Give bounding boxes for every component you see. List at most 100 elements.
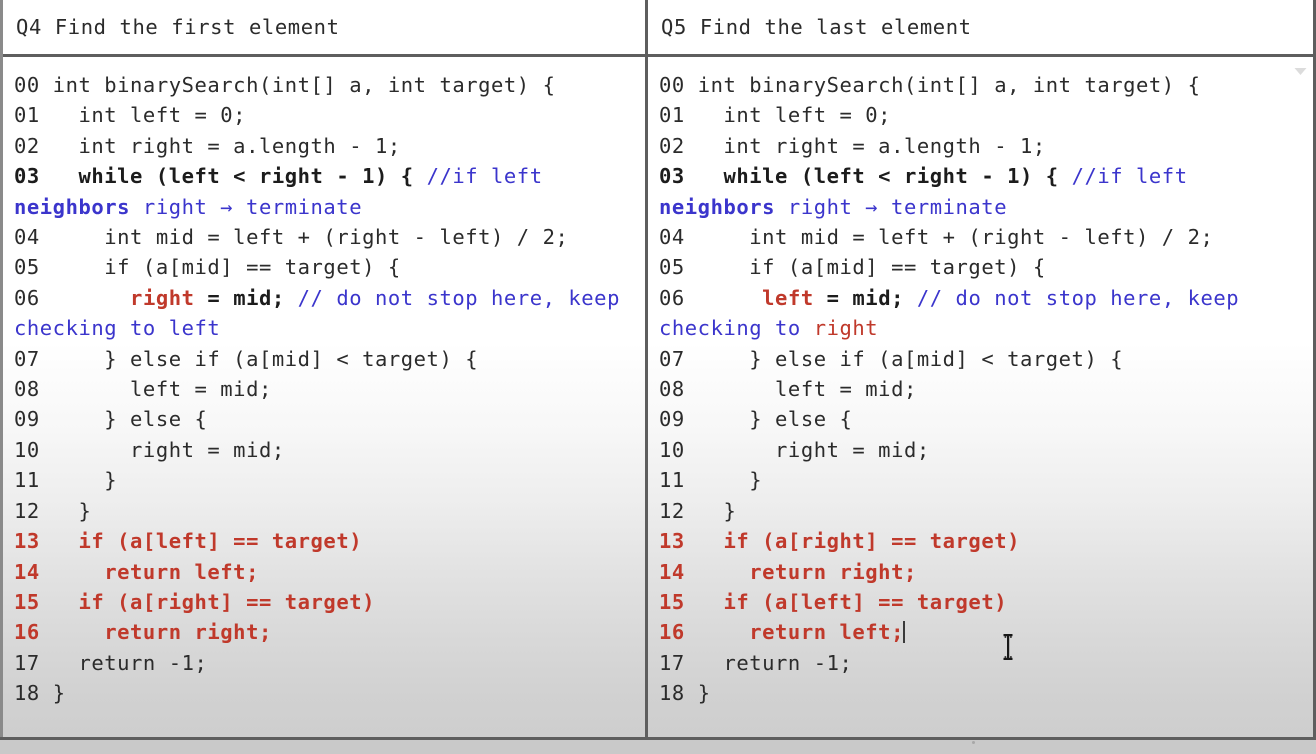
code-token: if (a[right] == target): [684, 529, 1020, 554]
code-line[interactable]: 10 right = mid;: [648, 435, 1313, 465]
line-number: 16: [14, 620, 40, 645]
code-line[interactable]: 03 while (left < right - 1) { //if left …: [3, 161, 645, 222]
code-line[interactable]: 15 if (a[right] == target): [3, 587, 645, 617]
code-line[interactable]: 04 int mid = left + (right - left) / 2;: [3, 222, 645, 252]
line-number: 07: [14, 346, 40, 371]
line-number: 09: [659, 407, 685, 432]
code-token: }: [684, 498, 737, 523]
line-number: 07: [659, 346, 685, 371]
code-line[interactable]: 06 right = mid; // do not stop here, kee…: [3, 283, 645, 344]
code-line[interactable]: 11 }: [3, 465, 645, 495]
code-token: while (left < right - 1) {: [39, 164, 427, 189]
code-token: right: [813, 316, 879, 341]
code-token: if (a[left] == target): [684, 589, 1008, 614]
code-line[interactable]: 18 }: [648, 678, 1313, 708]
code-token: left = mid;: [39, 377, 272, 402]
chevron-down-icon[interactable]: [1294, 67, 1307, 76]
line-number: 14: [659, 559, 685, 584]
code-line[interactable]: 06 left = mid; // do not stop here, keep…: [648, 283, 1313, 344]
code-token: while (left < right - 1) {: [684, 164, 1072, 189]
line-number: 15: [659, 589, 685, 614]
line-number: 03: [14, 164, 40, 189]
code-token: right = mid;: [684, 437, 930, 462]
code-line[interactable]: 05 if (a[mid] == target) {: [648, 252, 1313, 282]
line-number: 09: [14, 407, 40, 432]
code-line[interactable]: 10 right = mid;: [3, 435, 645, 465]
code-token: int binarySearch(int[] a, int target) {: [39, 73, 556, 97]
line-number: 03: [659, 164, 685, 189]
code-line[interactable]: 04 int mid = left + (right - left) / 2;: [648, 222, 1313, 252]
code-line[interactable]: 17 return -1;: [648, 648, 1313, 678]
code-token: //if left: [426, 164, 556, 189]
code-line[interactable]: 05 if (a[mid] == target) {: [3, 252, 645, 282]
code-line[interactable]: 13 if (a[left] == target): [3, 526, 645, 556]
line-number: 13: [659, 529, 685, 554]
pane-q4-code-area[interactable]: 00 int binarySearch(int[] a, int target)…: [3, 57, 645, 737]
code-line[interactable]: 03 while (left < right - 1) { //if left …: [648, 161, 1313, 222]
code-line[interactable]: 07 } else if (a[mid] < target) {: [648, 344, 1313, 374]
code-line[interactable]: 02 int right = a.length - 1;: [3, 131, 645, 161]
code-token: return right;: [684, 559, 917, 584]
code-line[interactable]: 01 int left = 0;: [648, 100, 1313, 130]
code-line[interactable]: 16 return right;: [3, 617, 645, 647]
resize-dot-icon: [972, 741, 975, 744]
code-line[interactable]: 08 left = mid;: [3, 374, 645, 404]
line-number: 06: [14, 285, 40, 310]
line-number: 01: [14, 103, 40, 128]
pane-q5-title: Q5 Find the last element: [661, 15, 972, 39]
code-token: left = mid;: [684, 377, 917, 402]
code-line[interactable]: 02 int right = a.length - 1;: [648, 131, 1313, 161]
code-line[interactable]: 15 if (a[left] == target): [648, 587, 1313, 617]
code-line[interactable]: 07 } else if (a[mid] < target) {: [3, 344, 645, 374]
code-token: }: [39, 681, 66, 706]
line-number: 06: [659, 285, 685, 310]
line-number: 12: [14, 498, 40, 523]
code-line[interactable]: 14 return right;: [648, 557, 1313, 587]
line-number: 12: [659, 498, 685, 523]
code-line[interactable]: 08 left = mid;: [648, 374, 1313, 404]
code-token: int left = 0;: [684, 103, 892, 128]
code-line[interactable]: 00 int binarySearch(int[] a, int target)…: [3, 70, 645, 100]
code-line[interactable]: 00 int binarySearch(int[] a, int target)…: [648, 70, 1313, 100]
code-token: neighbors: [659, 194, 776, 219]
code-token: right → terminate: [130, 194, 363, 219]
line-number: 10: [659, 437, 685, 462]
code-line[interactable]: 12 }: [648, 496, 1313, 526]
pane-q4: Q4 Find the first element 00 int binaryS…: [0, 0, 645, 737]
code-line[interactable]: 09 } else {: [3, 404, 645, 434]
line-number: 04: [14, 225, 40, 250]
text-caret: [902, 621, 905, 644]
code-token: if (a[right] == target): [39, 589, 375, 614]
code-token: } else {: [684, 407, 853, 432]
code-token: int mid = left + (right - left) / 2;: [684, 225, 1214, 250]
code-line[interactable]: 14 return left;: [3, 557, 645, 587]
line-number: 18: [659, 681, 685, 706]
code-line[interactable]: 12 }: [3, 496, 645, 526]
window-bottom-chrome: [0, 740, 1316, 754]
code-line[interactable]: 09 } else {: [648, 404, 1313, 434]
screen-root: Q4 Find the first element 00 int binaryS…: [0, 0, 1316, 754]
code-line[interactable]: 13 if (a[right] == target): [648, 526, 1313, 556]
code-token: = mid;: [813, 285, 904, 310]
two-pane-code-comparison: Q4 Find the first element 00 int binaryS…: [0, 0, 1316, 740]
pane-q5-code-area[interactable]: 00 int binarySearch(int[] a, int target)…: [648, 57, 1313, 737]
code-line[interactable]: 17 return -1;: [3, 648, 645, 678]
code-token: right → terminate: [775, 194, 1008, 219]
code-token: return left;: [39, 559, 259, 584]
code-line[interactable]: 16 return left;: [648, 617, 1313, 647]
line-number: 08: [659, 377, 685, 402]
line-number: 01: [659, 103, 685, 128]
code-line[interactable]: 11 }: [648, 465, 1313, 495]
line-number: 05: [659, 255, 685, 280]
code-token: return left;: [684, 620, 904, 645]
code-token: left: [762, 285, 814, 310]
code-line[interactable]: 01 int left = 0;: [3, 100, 645, 130]
code-token: }: [684, 468, 763, 493]
code-line[interactable]: 18 }: [3, 678, 645, 708]
line-number: 02: [14, 133, 40, 158]
code-token: }: [39, 468, 118, 493]
pane-q4-header: Q4 Find the first element: [3, 0, 645, 57]
code-token: return right;: [39, 620, 272, 645]
line-number: 15: [14, 589, 40, 614]
